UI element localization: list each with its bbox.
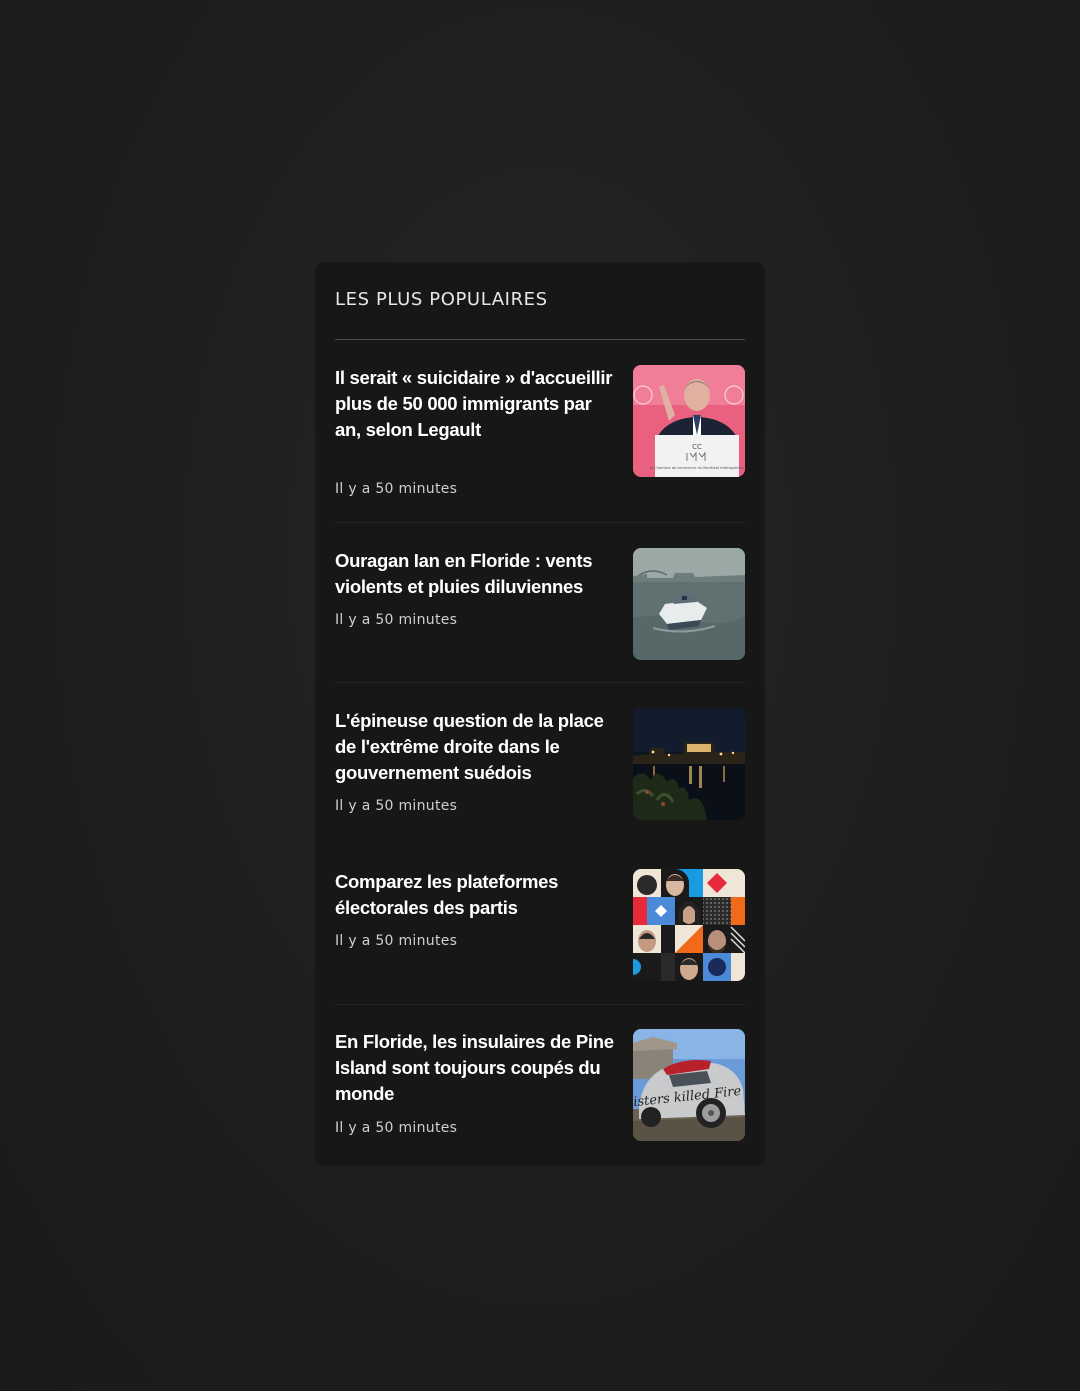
article-time: Il y a 50 minutes — [335, 481, 458, 497]
article-item-5[interactable]: En Floride, les insulaires de Pine Islan… — [335, 1029, 745, 1164]
article-headline[interactable]: L'épineuse question de la place de l'ext… — [335, 708, 620, 786]
podium-text: la Chambre de commerce du Montréal métro… — [650, 466, 744, 470]
article-item-2[interactable]: Ouragan Ian en Floride : vents violents … — [335, 548, 745, 660]
article-headline[interactable]: Ouragan Ian en Floride : vents violents … — [335, 548, 620, 600]
widget-title: LES PLUS POPULAIRES — [335, 289, 548, 310]
article-divider — [335, 1004, 745, 1005]
article-headline[interactable]: En Floride, les insulaires de Pine Islan… — [335, 1029, 620, 1107]
article-item-1[interactable]: Il serait « suicidaire » d'accueillir pl… — [335, 365, 745, 500]
politician-podium-photo[interactable]: CC la Chambre de commerce du Montréal mé… — [633, 365, 745, 477]
damaged-car-photo[interactable]: Sisters killed Fire — [633, 1029, 745, 1141]
article-time: Il y a 50 minutes — [335, 612, 458, 628]
svg-text:CC: CC — [692, 443, 702, 451]
article-headline[interactable]: Comparez les plateformes électorales des… — [335, 869, 620, 921]
article-headline[interactable]: Il serait « suicidaire » d'accueillir pl… — [335, 365, 620, 443]
flooded-boat-photo[interactable] — [633, 548, 745, 660]
article-item-3[interactable]: L'épineuse question de la place de l'ext… — [335, 708, 745, 843]
article-divider — [335, 682, 745, 683]
article-time: Il y a 50 minutes — [335, 1120, 458, 1136]
most-popular-widget: LES PLUS POPULAIRES Il serait « suicidai… — [315, 262, 765, 1166]
title-divider — [335, 339, 745, 340]
article-time: Il y a 50 minutes — [335, 933, 458, 949]
article-divider — [335, 522, 745, 523]
night-city-river-photo[interactable] — [633, 708, 745, 820]
candidates-mosaic-illustration[interactable] — [633, 869, 745, 981]
article-item-4[interactable]: Comparez les plateformes électorales des… — [335, 869, 745, 1004]
article-divider — [335, 843, 745, 844]
article-time: Il y a 50 minutes — [335, 798, 458, 814]
